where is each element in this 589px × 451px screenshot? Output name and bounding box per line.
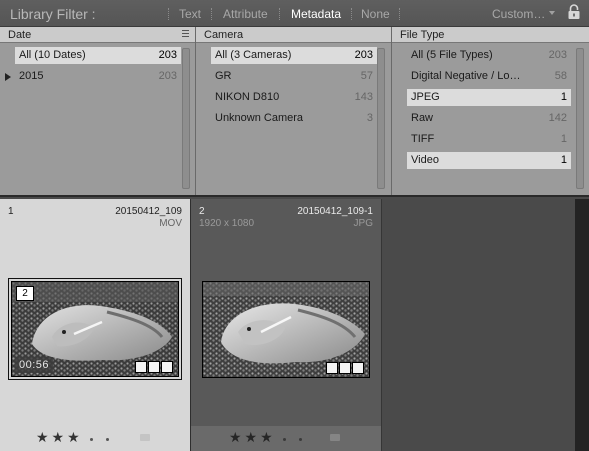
grid-cell-footer bbox=[191, 426, 382, 451]
list-item-label: TIFF bbox=[411, 133, 435, 145]
star-rating[interactable]: ★★★ bbox=[36, 429, 83, 446]
tab-separator bbox=[211, 8, 212, 20]
library-filter-title: Library Filter : bbox=[10, 6, 96, 22]
list-item-count: 58 bbox=[554, 70, 567, 82]
rating-dot[interactable] bbox=[299, 438, 302, 441]
list-item[interactable]: Digital Negative / Lo… 58 bbox=[407, 68, 571, 85]
cell-filename: 20150412_109-1 bbox=[297, 206, 373, 217]
list-item[interactable]: Raw 142 bbox=[407, 110, 571, 127]
tab-separator bbox=[279, 8, 280, 20]
list-item-count: 203 bbox=[354, 49, 373, 61]
list-item-label: All (10 Dates) bbox=[19, 49, 86, 61]
list-item-count: 1 bbox=[560, 91, 567, 103]
date-header-label: Date bbox=[8, 29, 32, 41]
list-item[interactable]: All (10 Dates) 203 bbox=[15, 47, 181, 64]
filter-preset-dropdown[interactable]: Custom… bbox=[492, 7, 545, 21]
list-item-label: NIKON D810 bbox=[215, 91, 280, 103]
thumbnail-image[interactable]: 2 00:56 bbox=[11, 281, 179, 377]
rating-dot[interactable] bbox=[106, 438, 109, 441]
list-item[interactable]: TIFF 1 bbox=[407, 131, 571, 148]
list-item-count: 143 bbox=[354, 91, 373, 103]
list-item-count: 1 bbox=[560, 133, 567, 145]
star-rating[interactable]: ★★★ bbox=[229, 429, 276, 446]
metadata-edited-icon[interactable] bbox=[339, 362, 351, 374]
grid-cell[interactable]: 2 20150412_109-1 1920 x 1080 JPG bbox=[191, 199, 382, 431]
develop-adjusted-icon[interactable] bbox=[161, 361, 173, 373]
thumbnail-image[interactable] bbox=[202, 281, 370, 378]
list-item-label: All (3 Cameras) bbox=[215, 49, 292, 61]
column-options-icon[interactable] bbox=[182, 30, 189, 37]
tab-separator bbox=[168, 8, 169, 20]
list-item[interactable]: GR 57 bbox=[211, 68, 377, 85]
tab-separator bbox=[399, 8, 400, 20]
library-filter-bar: Library Filter : Text Attribute Metadata… bbox=[0, 0, 589, 27]
list-item-count: 203 bbox=[548, 49, 567, 61]
tab-metadata[interactable]: Metadata bbox=[291, 7, 341, 21]
list-item-count: 57 bbox=[360, 70, 373, 82]
camera-header-label: Camera bbox=[204, 29, 244, 41]
list-item-count: 203 bbox=[158, 49, 177, 61]
list-item[interactable]: All (3 Cameras) 203 bbox=[211, 47, 377, 64]
list-item-label: Video bbox=[411, 154, 439, 166]
cell-filename: 20150412_109 bbox=[115, 206, 182, 217]
tab-attribute[interactable]: Attribute bbox=[223, 7, 268, 21]
list-item-label: Unknown Camera bbox=[215, 112, 304, 124]
rating-dot[interactable] bbox=[90, 438, 93, 441]
cell-dimensions: 1920 x 1080 bbox=[199, 218, 255, 229]
list-item-label: 2015 bbox=[19, 70, 44, 82]
list-item[interactable]: All (5 File Types) 203 bbox=[407, 47, 571, 64]
list-item-label: All (5 File Types) bbox=[411, 49, 493, 61]
cell-file-type: MOV bbox=[159, 218, 182, 229]
list-item-count: 3 bbox=[366, 112, 373, 124]
list-item[interactable]: NIKON D810 143 bbox=[211, 89, 377, 106]
camera-column: Camera All (3 Cameras) 203 GR 57 NIKON D… bbox=[196, 27, 392, 195]
cell-file-type: JPG bbox=[353, 218, 373, 229]
chevron-down-icon[interactable] bbox=[549, 11, 555, 15]
list-item[interactable]: JPEG 1 bbox=[407, 89, 571, 106]
camera-column-header[interactable]: Camera bbox=[196, 27, 391, 43]
scrollbar[interactable] bbox=[377, 48, 385, 189]
list-item-count: 142 bbox=[548, 112, 567, 124]
thumbnail-badges bbox=[135, 361, 175, 373]
list-item[interactable]: Video 1 bbox=[407, 152, 571, 169]
lock-icon[interactable] bbox=[567, 3, 581, 21]
video-duration-badge: 00:56 bbox=[15, 357, 54, 373]
list-item[interactable]: 2015 203 bbox=[5, 68, 181, 85]
metadata-edited-icon[interactable] bbox=[148, 361, 160, 373]
list-item-label: JPEG bbox=[411, 91, 440, 103]
list-item-count: 1 bbox=[560, 154, 567, 166]
scrollbar[interactable] bbox=[182, 48, 190, 189]
date-column: Date All (10 Dates) 203 2015 203 bbox=[0, 27, 196, 195]
develop-adjusted-icon[interactable] bbox=[352, 362, 364, 374]
list-item-count: 203 bbox=[158, 70, 177, 82]
file-type-column-header[interactable]: File Type bbox=[392, 27, 589, 43]
rating-dot[interactable] bbox=[283, 438, 286, 441]
list-item-label: GR bbox=[215, 70, 232, 82]
file-type-header-label: File Type bbox=[400, 29, 445, 41]
color-label-box[interactable] bbox=[330, 434, 340, 441]
grid-cell[interactable]: 1 20150412_109 MOV 2 00:56 ★★★ bbox=[0, 199, 191, 451]
grid-scrollbar[interactable] bbox=[575, 199, 589, 451]
list-item[interactable]: Unknown Camera 3 bbox=[211, 110, 377, 127]
disclosure-triangle-icon[interactable] bbox=[5, 73, 11, 81]
list-item-label: Digital Negative / Lo… bbox=[411, 70, 521, 82]
tab-none[interactable]: None bbox=[361, 7, 390, 21]
cell-index: 1 bbox=[8, 206, 14, 217]
cell-index: 2 bbox=[199, 206, 205, 217]
file-type-column: File Type All (5 File Types) 203 Digital… bbox=[392, 27, 589, 195]
color-label-box[interactable] bbox=[140, 434, 150, 441]
scrollbar[interactable] bbox=[576, 48, 584, 189]
date-column-header[interactable]: Date bbox=[0, 27, 195, 43]
metadata-filter-panel: Date All (10 Dates) 203 2015 203 Camera … bbox=[0, 27, 589, 197]
tab-separator bbox=[351, 8, 352, 20]
keyword-tag-icon[interactable] bbox=[326, 362, 338, 374]
photo-grid: 1 20150412_109 MOV 2 00:56 ★★★ 2 2015041… bbox=[0, 199, 575, 451]
list-item-label: Raw bbox=[411, 112, 434, 124]
keyword-tag-icon[interactable] bbox=[135, 361, 147, 373]
thumbnail-badges bbox=[326, 362, 366, 374]
stack-count-badge[interactable]: 2 bbox=[16, 286, 34, 301]
tab-text[interactable]: Text bbox=[179, 7, 201, 21]
